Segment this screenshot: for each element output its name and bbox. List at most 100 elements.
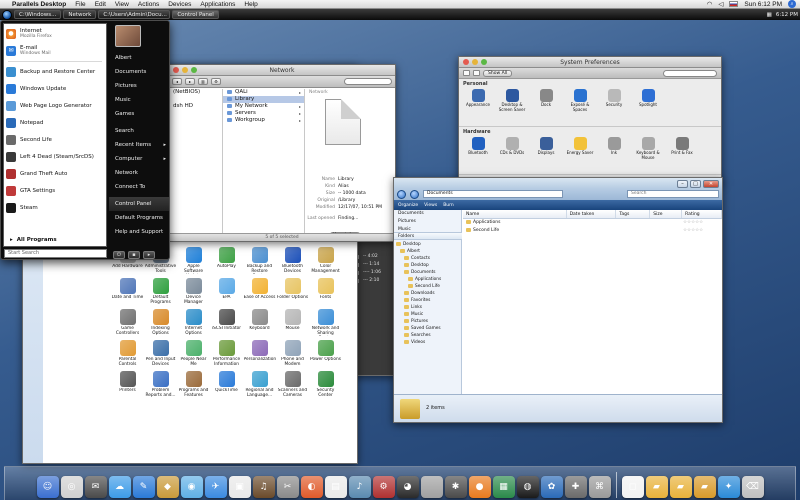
tree-item[interactable]: Second Life xyxy=(396,283,460,290)
tree-item[interactable]: Videos xyxy=(396,339,460,346)
forward-icon[interactable] xyxy=(410,189,419,199)
taskbar-button[interactable]: C:\Windows... xyxy=(14,10,62,19)
view-icon[interactable]: ▥ xyxy=(198,78,208,85)
dock-app-icon[interactable]: ◎ xyxy=(60,476,83,498)
column-name[interactable]: Name xyxy=(463,210,567,218)
control-panel-item[interactable]: Printers xyxy=(111,371,144,402)
forward-icon[interactable] xyxy=(473,70,480,76)
dock-app-icon[interactable]: ✦ xyxy=(717,476,740,498)
dock-app-icon[interactable]: ◍ xyxy=(516,476,539,498)
tree-item[interactable]: Pictures xyxy=(396,318,460,325)
dock-app-icon[interactable]: ● xyxy=(468,476,491,498)
control-panel-item[interactable]: Programs and Features xyxy=(177,371,210,402)
dock-app-icon[interactable]: ☁ xyxy=(108,476,131,498)
control-panel-item[interactable]: Pen and Input Devices xyxy=(144,340,177,371)
list-item[interactable]: dsh HD xyxy=(169,103,222,110)
menu-file[interactable]: File xyxy=(75,1,85,8)
start-place-item[interactable]: Default Programs xyxy=(109,211,169,225)
power-icon[interactable]: ⏻ xyxy=(113,251,125,259)
start-place-item[interactable]: Recent Items xyxy=(109,138,169,152)
pref-pane-item[interactable]: Exposé & Spaces xyxy=(565,89,595,112)
syspref-search-input[interactable] xyxy=(663,69,717,77)
start-place-item[interactable]: Help and Support xyxy=(109,225,169,239)
dock-app-icon[interactable]: ♪ xyxy=(348,476,371,498)
control-panel-item[interactable]: Problem Reports and... xyxy=(144,371,177,402)
pref-pane-item[interactable]: Bluetooth xyxy=(463,137,493,160)
start-orb-icon[interactable] xyxy=(2,9,12,20)
dock-app-icon[interactable]: ◕ xyxy=(396,476,419,498)
action-gear-icon[interactable]: ⚙ xyxy=(211,78,221,85)
minimize-icon[interactable] xyxy=(182,67,188,73)
control-panel-item[interactable]: Color Management xyxy=(309,247,342,278)
dock-app-icon[interactable]: ▰ xyxy=(693,476,716,498)
dock-app-icon[interactable]: ▤ xyxy=(324,476,347,498)
taskbar-button[interactable]: Network xyxy=(63,10,97,19)
control-panel-item[interactable]: QuickTime xyxy=(210,371,243,402)
user-avatar[interactable] xyxy=(115,25,141,47)
pref-pane-item[interactable]: Ink xyxy=(599,137,629,160)
list-item[interactable]: QALi ▸ xyxy=(223,89,304,96)
burn-button[interactable]: Burn xyxy=(443,203,454,208)
volume-icon[interactable]: ◁ xyxy=(718,0,723,8)
input-flag-icon[interactable] xyxy=(729,1,739,7)
list-item[interactable]: Library xyxy=(223,96,304,103)
column-rating[interactable]: Rating xyxy=(682,210,722,218)
recent-program[interactable]: Left 4 Dead (Steam/SrcDS) xyxy=(4,150,106,163)
minimize-icon[interactable]: – xyxy=(677,180,688,188)
address-input[interactable]: Documents xyxy=(423,190,563,198)
close-icon[interactable]: ✕ xyxy=(703,180,719,188)
finder-search-input[interactable] xyxy=(344,78,392,85)
minimize-icon[interactable] xyxy=(472,59,478,65)
tree-item[interactable]: Applications xyxy=(396,276,460,283)
control-panel-item[interactable]: Folder Options xyxy=(276,278,309,309)
dock-app-icon[interactable]: ◉ xyxy=(180,476,203,498)
control-panel-item[interactable]: Device Manager xyxy=(177,278,210,309)
back-icon[interactable]: ◂ xyxy=(172,78,182,85)
control-panel-item[interactable]: EPA xyxy=(210,278,243,309)
control-panel-item[interactable]: Mouse xyxy=(276,309,309,340)
dock-app-icon[interactable]: ✉ xyxy=(84,476,107,498)
back-icon[interactable] xyxy=(397,189,406,199)
recent-program[interactable]: Windows Update xyxy=(4,82,106,95)
tree-item[interactable]: Saved Games xyxy=(396,325,460,332)
list-item[interactable]: Workgroup ▸ xyxy=(223,117,304,124)
list-item[interactable]: Servers ▸ xyxy=(223,110,304,117)
dock-app-icon[interactable]: ▰ xyxy=(669,476,692,498)
control-panel-item[interactable]: Fonts xyxy=(309,278,342,309)
tree-item[interactable]: Albert xyxy=(396,248,460,255)
dock-app-icon[interactable]: ✚ xyxy=(564,476,587,498)
tray-clock[interactable]: 6:12 PM xyxy=(776,12,798,18)
control-panel-item[interactable]: Apple Software Update xyxy=(177,247,210,278)
pref-pane-item[interactable]: Desktop & Screen Saver xyxy=(497,89,527,112)
pref-pane-item[interactable]: Spotlight xyxy=(633,89,663,112)
tree-item[interactable]: Desktop xyxy=(396,262,460,269)
start-place-item[interactable]: Albert xyxy=(109,51,169,65)
control-panel-item[interactable]: Default Programs xyxy=(144,278,177,309)
dock-app-icon[interactable] xyxy=(420,476,443,498)
tree-item[interactable]: Favorites xyxy=(396,297,460,304)
table-row[interactable]: Second Life ☆☆☆☆☆ xyxy=(463,227,722,235)
folders-header[interactable]: Folders xyxy=(394,232,462,240)
column-size[interactable]: Size xyxy=(650,210,683,218)
network-tray-icon[interactable]: ▦ xyxy=(767,12,772,18)
list-item[interactable]: My Network ▸ xyxy=(223,103,304,110)
menubar-clock[interactable]: Sun 6:12 PM xyxy=(744,1,782,8)
dock-app-icon[interactable]: ▦ xyxy=(492,476,515,498)
start-place-item[interactable]: Computer xyxy=(109,152,169,166)
dock-app-icon[interactable]: ◐ xyxy=(300,476,323,498)
table-row[interactable]: Applications ☆☆☆☆☆ xyxy=(463,219,722,227)
control-panel-item[interactable]: Regional and Language... xyxy=(243,371,276,402)
dock-app-icon[interactable]: ▰ xyxy=(645,476,668,498)
menu-help[interactable]: Help xyxy=(244,1,257,8)
rating-stars[interactable]: ☆☆☆☆☆ xyxy=(683,227,703,235)
tree-item[interactable]: Downloads xyxy=(396,290,460,297)
dock-app-icon[interactable]: ✂ xyxy=(276,476,299,498)
close-icon[interactable] xyxy=(463,59,469,65)
pref-pane-item[interactable]: Energy Saver xyxy=(565,137,595,160)
recent-program[interactable]: Web Page Logo Generator xyxy=(4,99,106,112)
dock-app-icon[interactable]: ✱ xyxy=(444,476,467,498)
control-panel-item[interactable]: Internet Options xyxy=(177,309,210,340)
tree-item[interactable]: Desktop xyxy=(396,241,460,248)
pref-pane-item[interactable]: Print & Fax xyxy=(667,137,697,160)
close-icon[interactable] xyxy=(173,67,179,73)
